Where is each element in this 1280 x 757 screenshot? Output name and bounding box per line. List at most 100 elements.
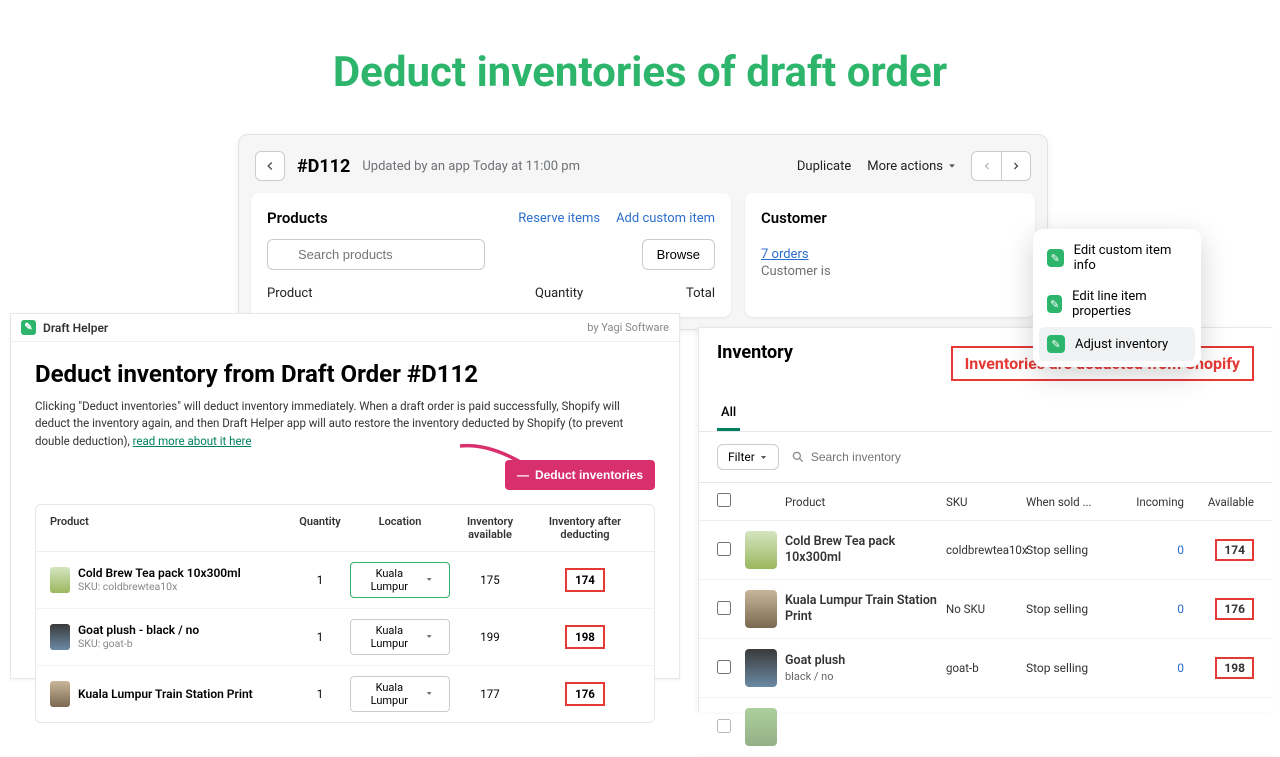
col-after: Inventory after deducting bbox=[530, 515, 640, 541]
incoming-link[interactable]: 0 bbox=[1177, 602, 1184, 616]
incoming-link[interactable]: 0 bbox=[1177, 543, 1184, 557]
col-when-sold: When sold ... bbox=[1026, 495, 1116, 509]
product-thumb bbox=[745, 649, 777, 687]
deduct-desc: Clicking "Deduct inventories" will deduc… bbox=[35, 398, 655, 450]
location-select[interactable]: Kuala Lumpur bbox=[350, 562, 450, 598]
app-brand-name: Draft Helper bbox=[43, 321, 108, 335]
browse-button[interactable]: Browse bbox=[642, 239, 715, 270]
incoming-link[interactable]: 0 bbox=[1177, 661, 1184, 675]
row-when-sold: Stop selling bbox=[1026, 661, 1116, 675]
row-quantity: 1 bbox=[290, 687, 350, 701]
col-sku: SKU bbox=[946, 495, 1026, 509]
draft-topbar: #D112 Updated by an app Today at 11:00 p… bbox=[251, 147, 1035, 193]
more-actions-button[interactable]: More actions bbox=[867, 159, 957, 174]
more-actions-label: More actions bbox=[867, 159, 943, 174]
back-button[interactable] bbox=[255, 151, 285, 181]
row-sku: No SKU bbox=[946, 602, 1026, 616]
orders-link[interactable]: 7 orders bbox=[761, 247, 1019, 262]
table-row: Kuala Lumpur Train Station Print No SKU … bbox=[699, 580, 1272, 639]
row-quantity: 1 bbox=[290, 630, 350, 644]
row-checkbox[interactable] bbox=[717, 542, 731, 556]
available-value: 176 bbox=[1215, 598, 1254, 620]
customer-card: Customer 7 orders Customer is ✎ Edit cus… bbox=[745, 193, 1035, 317]
chevron-right-icon bbox=[1010, 160, 1022, 172]
dd-label: Edit custom item info bbox=[1074, 243, 1187, 273]
inventory-after: 174 bbox=[565, 568, 605, 592]
tab-all[interactable]: All bbox=[717, 397, 740, 431]
chevron-down-icon bbox=[425, 575, 433, 584]
duplicate-link[interactable]: Duplicate bbox=[797, 159, 851, 174]
row-when-sold: Stop selling bbox=[1026, 602, 1116, 616]
dd-edit-line-item[interactable]: ✎ Edit line item properties bbox=[1039, 281, 1195, 327]
available-value: 174 bbox=[1215, 539, 1254, 561]
product-name[interactable]: Kuala Lumpur Train Station Print bbox=[785, 593, 946, 626]
product-variant: black / no bbox=[785, 670, 946, 683]
inventory-after: 176 bbox=[565, 682, 605, 706]
page-title: Deduct inventories of draft order bbox=[0, 0, 1280, 125]
filter-button[interactable]: Filter bbox=[717, 444, 779, 470]
next-button[interactable] bbox=[1001, 151, 1031, 181]
row-quantity: 1 bbox=[290, 573, 350, 587]
customer-title: Customer bbox=[761, 209, 1019, 227]
dd-label: Edit line item properties bbox=[1072, 289, 1187, 319]
location-select[interactable]: Kuala Lumpur bbox=[350, 676, 450, 712]
inventory-available: 199 bbox=[450, 630, 530, 644]
product-name[interactable]: Cold Brew Tea pack 10x300ml bbox=[785, 534, 946, 567]
product-sku: SKU: coldbrewtea10x bbox=[78, 580, 241, 593]
order-id: #D112 bbox=[297, 156, 350, 177]
pencil-icon: ✎ bbox=[1047, 335, 1065, 353]
app-brand-icon: ✎ bbox=[21, 320, 36, 335]
col-quantity: Quantity bbox=[290, 515, 350, 541]
table-row: Cold Brew Tea pack 10x300ml SKU: coldbre… bbox=[36, 552, 654, 609]
app-developer: by Yagi Software bbox=[587, 321, 669, 334]
product-name: Goat plush - black / no bbox=[78, 623, 199, 637]
table-row: Cold Brew Tea pack 10x300ml coldbrewtea1… bbox=[699, 521, 1272, 580]
reserve-items-link[interactable]: Reserve items bbox=[518, 211, 600, 226]
row-checkbox[interactable] bbox=[717, 719, 731, 733]
product-thumb bbox=[50, 624, 70, 650]
customer-sub: Customer is bbox=[761, 264, 1019, 279]
pencil-icon: ✎ bbox=[1047, 295, 1062, 313]
location-select[interactable]: Kuala Lumpur bbox=[350, 619, 450, 655]
search-inventory-input[interactable] bbox=[787, 445, 1254, 469]
search-products-input[interactable] bbox=[267, 239, 485, 270]
chevron-down-icon bbox=[425, 689, 433, 698]
col-incoming: Incoming bbox=[1116, 495, 1184, 509]
col-inventory: Inventory available bbox=[450, 515, 530, 541]
prev-button[interactable] bbox=[971, 151, 1001, 181]
products-title: Products bbox=[267, 209, 328, 227]
product-thumb bbox=[745, 590, 777, 628]
deduct-label: Deduct inventories bbox=[535, 468, 643, 482]
draft-helper-panel: ✎ Draft Helper by Yagi Software Deduct i… bbox=[10, 313, 680, 679]
dd-adjust-inventory[interactable]: ✎ Adjust inventory bbox=[1039, 327, 1195, 361]
product-thumb bbox=[745, 708, 777, 746]
table-row: Goat plush - black / no SKU: goat-b 1 Ku… bbox=[36, 609, 654, 666]
product-thumb bbox=[50, 567, 70, 593]
add-custom-item-link[interactable]: Add custom item bbox=[616, 211, 715, 226]
product-thumb bbox=[745, 531, 777, 569]
dd-label: Adjust inventory bbox=[1075, 337, 1168, 352]
row-checkbox[interactable] bbox=[717, 601, 731, 615]
product-name[interactable]: Goat plush bbox=[785, 653, 946, 669]
app-brand: ✎ Draft Helper bbox=[21, 320, 108, 335]
row-checkbox[interactable] bbox=[717, 660, 731, 674]
col-product: Product bbox=[50, 515, 290, 541]
col-available: Available bbox=[1184, 495, 1254, 509]
product-sku: SKU: goat-b bbox=[78, 637, 199, 650]
pencil-icon: ✎ bbox=[1047, 249, 1064, 267]
draft-order-panel: #D112 Updated by an app Today at 11:00 p… bbox=[238, 134, 1048, 330]
product-name: Cold Brew Tea pack 10x300ml bbox=[78, 566, 241, 580]
dd-edit-custom-item[interactable]: ✎ Edit custom item info bbox=[1039, 235, 1195, 281]
caret-down-icon bbox=[947, 161, 957, 171]
chevron-left-icon bbox=[981, 160, 993, 172]
products-card: Products Reserve items Add custom item B… bbox=[251, 193, 731, 317]
product-name bbox=[785, 720, 1254, 734]
inventory-available: 177 bbox=[450, 687, 530, 701]
row-sku: coldbrewtea10x bbox=[946, 543, 1026, 557]
updated-text: Updated by an app Today at 11:00 pm bbox=[362, 159, 580, 174]
search-icon bbox=[791, 450, 805, 464]
read-more-link[interactable]: read more about it here bbox=[133, 434, 252, 448]
col-product: Product bbox=[785, 495, 946, 509]
table-row: Goat plush black / no goat-b Stop sellin… bbox=[699, 639, 1272, 698]
select-all-checkbox[interactable] bbox=[717, 493, 731, 507]
